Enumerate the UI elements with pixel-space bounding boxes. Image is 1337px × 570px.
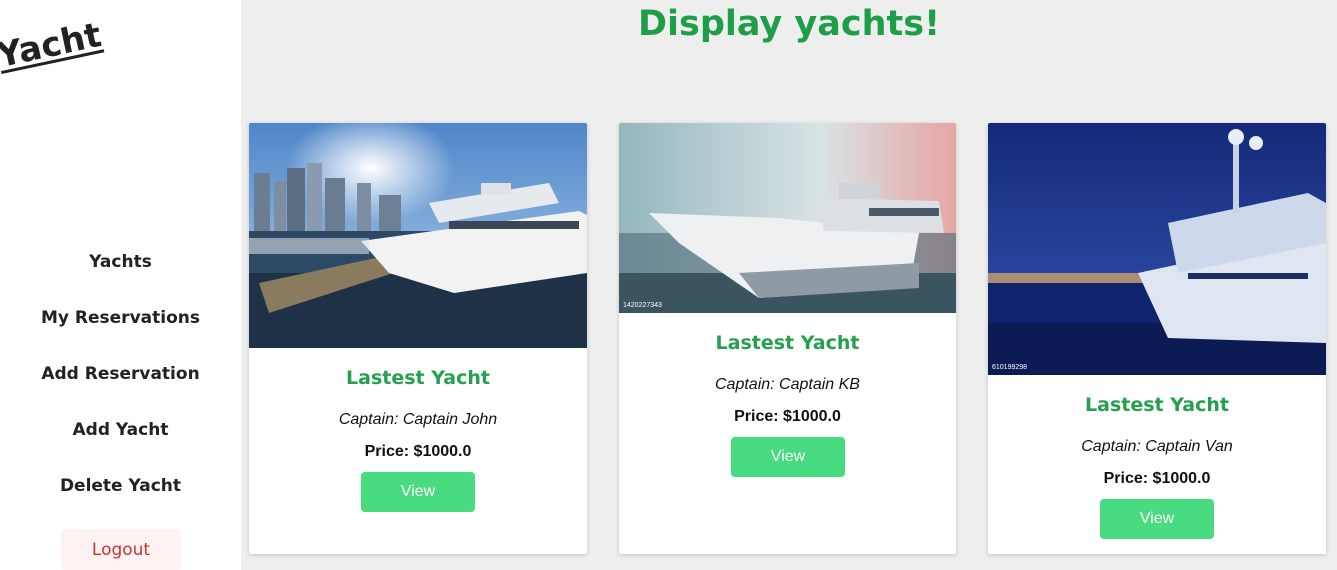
yacht-card: 610199298 Lastest Yacht Captain: Captain… (988, 123, 1326, 554)
card-title: Lastest Yacht (346, 367, 490, 389)
yacht-card: Lastest Yacht Captain: Captain John Pric… (249, 123, 587, 554)
yacht-image: 1420227343 (619, 123, 956, 313)
card-price: Price: $1000.0 (1103, 470, 1211, 487)
view-button[interactable]: View (361, 472, 475, 512)
view-button[interactable]: View (731, 437, 845, 477)
image-caption: 610199298 (992, 364, 1028, 371)
nav-my-reservations[interactable]: My Reservations (0, 308, 241, 328)
card-captain: Captain: Captain John (338, 411, 498, 428)
nav-delete-yacht[interactable]: Delete Yacht (0, 476, 241, 496)
card-captain: Captain: Captain Van (1081, 438, 1233, 455)
nav-yachts[interactable]: Yachts (0, 252, 241, 272)
nav-add-reservation[interactable]: Add Reservation (0, 364, 241, 384)
view-button[interactable]: View (1100, 499, 1214, 539)
yacht-image: 610199298 (988, 123, 1326, 375)
logout-button[interactable]: Logout (61, 529, 181, 570)
card-captain: Captain: Captain KB (715, 376, 860, 393)
yacht-image (249, 123, 587, 348)
image-caption: 1420227343 (623, 302, 662, 309)
page-title: Display yachts! (637, 4, 941, 44)
card-price: Price: $1000.0 (734, 408, 841, 425)
app-logo[interactable]: Yacht (0, 15, 105, 76)
card-title: Lastest Yacht (1085, 394, 1229, 416)
card-price: Price: $1000.0 (364, 443, 472, 460)
sidebar: Yacht Yachts My Reservations Add Reserva… (0, 0, 241, 570)
yacht-card: 1420227343 Lastest Yacht Captain: Captai… (619, 123, 956, 554)
card-title: Lastest Yacht (715, 332, 860, 354)
nav-add-yacht[interactable]: Add Yacht (0, 420, 241, 440)
